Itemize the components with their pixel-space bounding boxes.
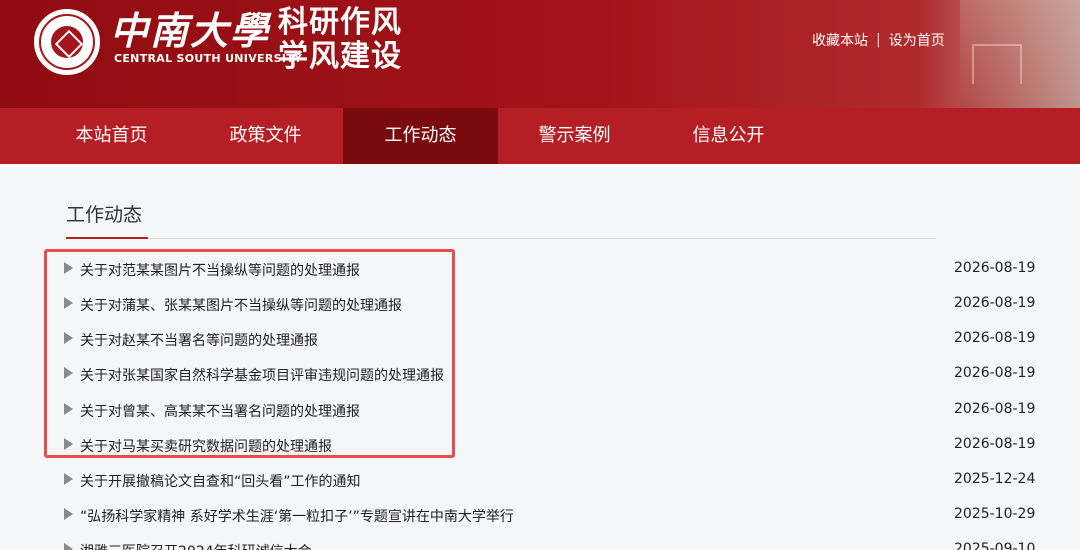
news-date: 2026-08-19	[954, 365, 1036, 381]
main-nav: 本站首页 政策文件 工作动态 警示案例 信息公开	[0, 108, 1080, 164]
highlight-annotation-box	[44, 249, 455, 458]
news-date: 2026-08-19	[954, 401, 1036, 417]
university-name-en: CENTRAL SOUTH UNIVERSITY	[114, 52, 303, 65]
arrow-right-icon	[64, 473, 73, 485]
header-campus-photo	[960, 0, 1080, 108]
nav-item-policy[interactable]: 政策文件	[188, 108, 343, 164]
arrow-right-icon	[64, 543, 73, 550]
set-homepage-link[interactable]: 设为首页	[889, 30, 945, 50]
news-date: 2026-08-19	[954, 330, 1036, 346]
top-links: 收藏本站 | 设为首页	[812, 30, 945, 50]
news-date: 2025-10-29	[954, 506, 1036, 522]
section-divider-accent	[66, 237, 148, 239]
site-title-line1: 科研作风	[278, 5, 402, 40]
arrow-right-icon	[64, 508, 73, 520]
section-divider	[66, 238, 936, 239]
news-date: 2025-09-10	[954, 541, 1036, 550]
nav-item-warning-cases[interactable]: 警示案例	[497, 108, 652, 164]
section-title: 工作动态	[66, 204, 143, 226]
news-title[interactable]: 关于开展撤稿论文自查和“回头看”工作的通知	[80, 471, 361, 491]
news-date: 2026-08-19	[954, 260, 1036, 276]
nav-item-home[interactable]: 本站首页	[34, 108, 189, 164]
news-date: 2026-08-19	[954, 295, 1036, 311]
list-item[interactable]: “弘扬科学家精神 系好学术生涯‘第一粒扣子’”专题宣讲在中南大学举行 2025-…	[64, 503, 1044, 527]
news-title[interactable]: “弘扬科学家精神 系好学术生涯‘第一粒扣子’”专题宣讲在中南大学举行	[80, 506, 514, 526]
nav-item-info-disclosure[interactable]: 信息公开	[651, 108, 806, 164]
site-title-line2: 学风建设	[278, 39, 402, 74]
list-item[interactable]: 湘雅三医院召开2024年科研诚信大会 2025-09-10	[64, 538, 1044, 550]
news-date: 2025-12-24	[954, 471, 1036, 487]
site-header: 中南大學 CENTRAL SOUTH UNIVERSITY 科研作风 学风建设 …	[0, 0, 1080, 108]
nav-item-work-news[interactable]: 工作动态	[343, 108, 498, 164]
site-title: 科研作风 学风建设	[278, 6, 402, 74]
link-separator: |	[876, 32, 881, 48]
list-item[interactable]: 关于开展撤稿论文自查和“回头看”工作的通知 2025-12-24	[64, 468, 1044, 492]
bookmark-site-link[interactable]: 收藏本站	[812, 30, 868, 50]
university-name-cn[interactable]: 中南大學	[110, 8, 270, 54]
university-seal-logo[interactable]	[34, 9, 100, 75]
news-title[interactable]: 湘雅三医院召开2024年科研诚信大会	[80, 541, 312, 550]
news-date: 2026-08-19	[954, 436, 1036, 452]
